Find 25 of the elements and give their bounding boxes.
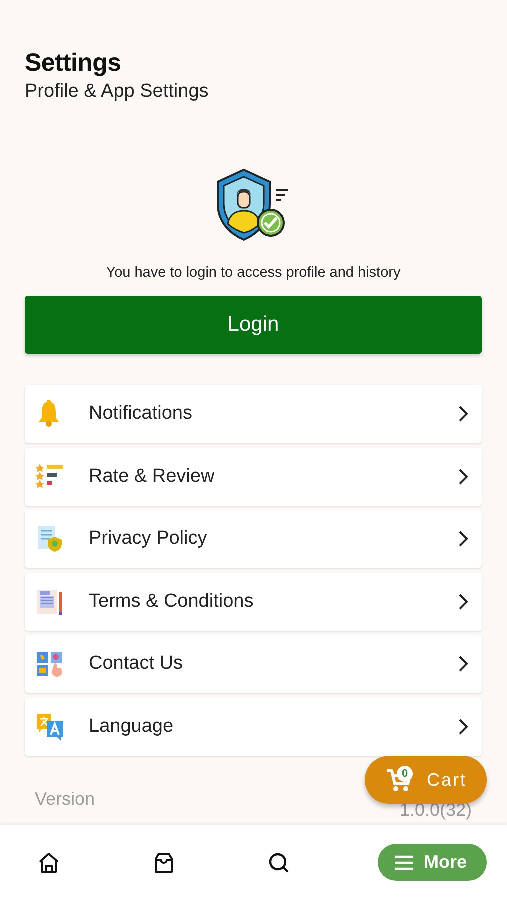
settings-menu-item[interactable]: Contact Us — [25, 635, 482, 693]
chevron-right-icon — [458, 656, 468, 672]
home-icon — [37, 850, 61, 874]
login-button[interactable]: Login — [25, 296, 482, 354]
translate-icon — [35, 712, 65, 742]
chevron-right-icon — [458, 718, 468, 734]
cart-icon — [385, 767, 413, 793]
settings-menu-item[interactable]: Notifications — [25, 385, 482, 443]
page-title: Settings — [25, 49, 122, 78]
page-subtitle: Profile & App Settings — [25, 81, 210, 103]
search-icon — [266, 850, 291, 874]
contact-options-icon — [35, 649, 65, 679]
version-label: Version — [35, 788, 96, 810]
settings-menu-item[interactable]: Privacy Policy — [25, 510, 482, 568]
cart-button[interactable]: 0 Cart — [365, 756, 487, 804]
settings-menu-item[interactable]: Language — [25, 698, 482, 756]
chevron-right-icon — [458, 594, 468, 610]
chevron-right-icon — [458, 406, 468, 422]
chevron-right-icon — [458, 531, 468, 547]
chevron-right-icon — [458, 468, 468, 484]
login-prompt: You have to login to access profile and history — [106, 265, 401, 281]
document-shield-icon — [35, 524, 65, 554]
cart-count-badge: 0 — [397, 766, 413, 782]
settings-menu-item[interactable]: Rate & Review — [25, 448, 482, 506]
settings-menu-item[interactable]: Terms & Conditions — [25, 572, 482, 630]
